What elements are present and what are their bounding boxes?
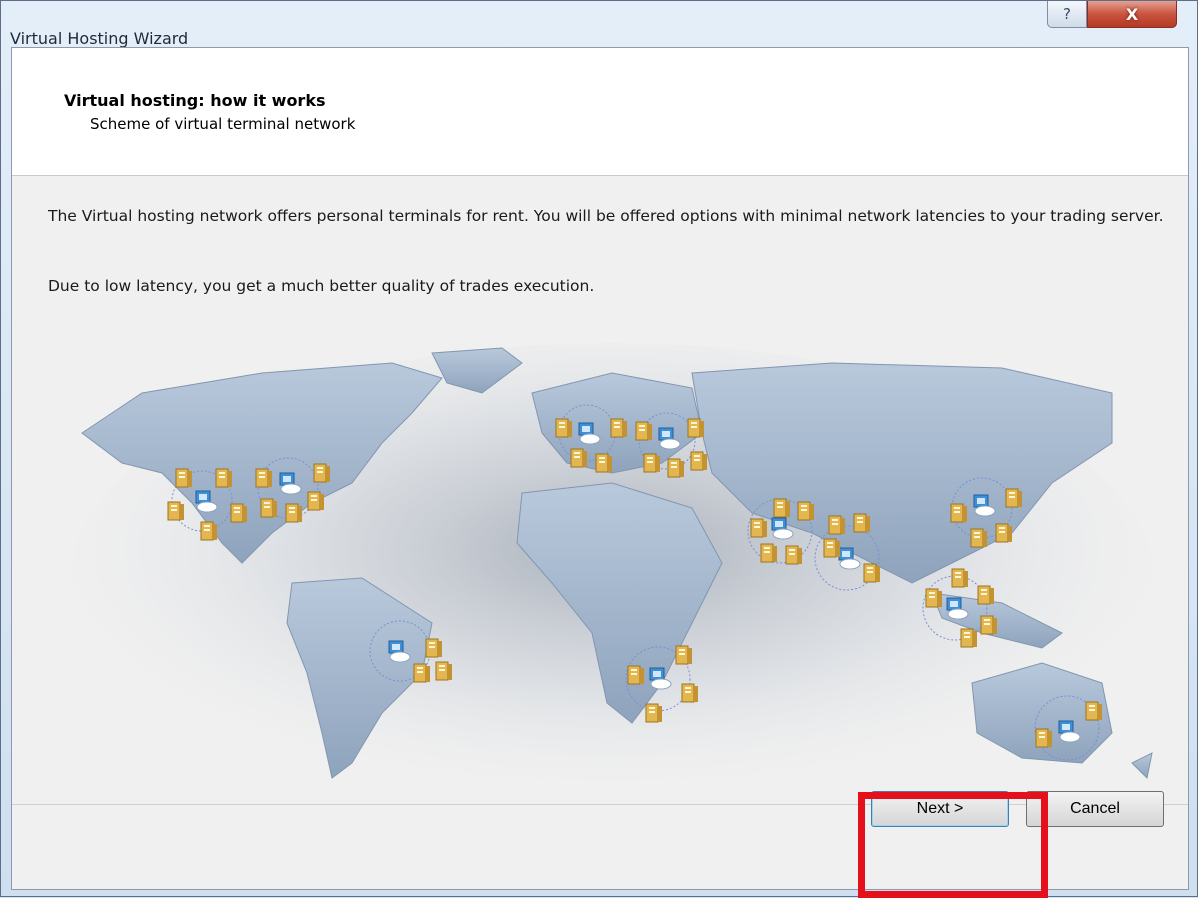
wizard-header: Virtual hosting: how it works Scheme of …	[12, 48, 1188, 176]
next-button[interactable]: Next >	[871, 791, 1009, 827]
wizard-window: Virtual Hosting Wizard ? X Virtual hosti…	[0, 0, 1198, 898]
page-title: Virtual hosting: how it works	[64, 91, 326, 110]
wizard-client-area: Virtual hosting: how it works Scheme of …	[11, 47, 1189, 890]
page-subtitle: Scheme of virtual terminal network	[90, 115, 356, 133]
footer-divider	[12, 804, 1188, 805]
help-button[interactable]: ?	[1047, 1, 1087, 28]
title-bar[interactable]: Virtual Hosting Wizard ? X	[1, 1, 1197, 49]
latency-paragraph: Due to low latency, you get a much bette…	[48, 277, 595, 295]
description-paragraph: The Virtual hosting network offers perso…	[48, 207, 1164, 225]
window-title: Virtual Hosting Wizard	[10, 29, 189, 48]
world-map-illustration	[72, 343, 1153, 803]
close-button[interactable]: X	[1087, 1, 1177, 28]
cancel-button[interactable]: Cancel	[1026, 791, 1164, 827]
